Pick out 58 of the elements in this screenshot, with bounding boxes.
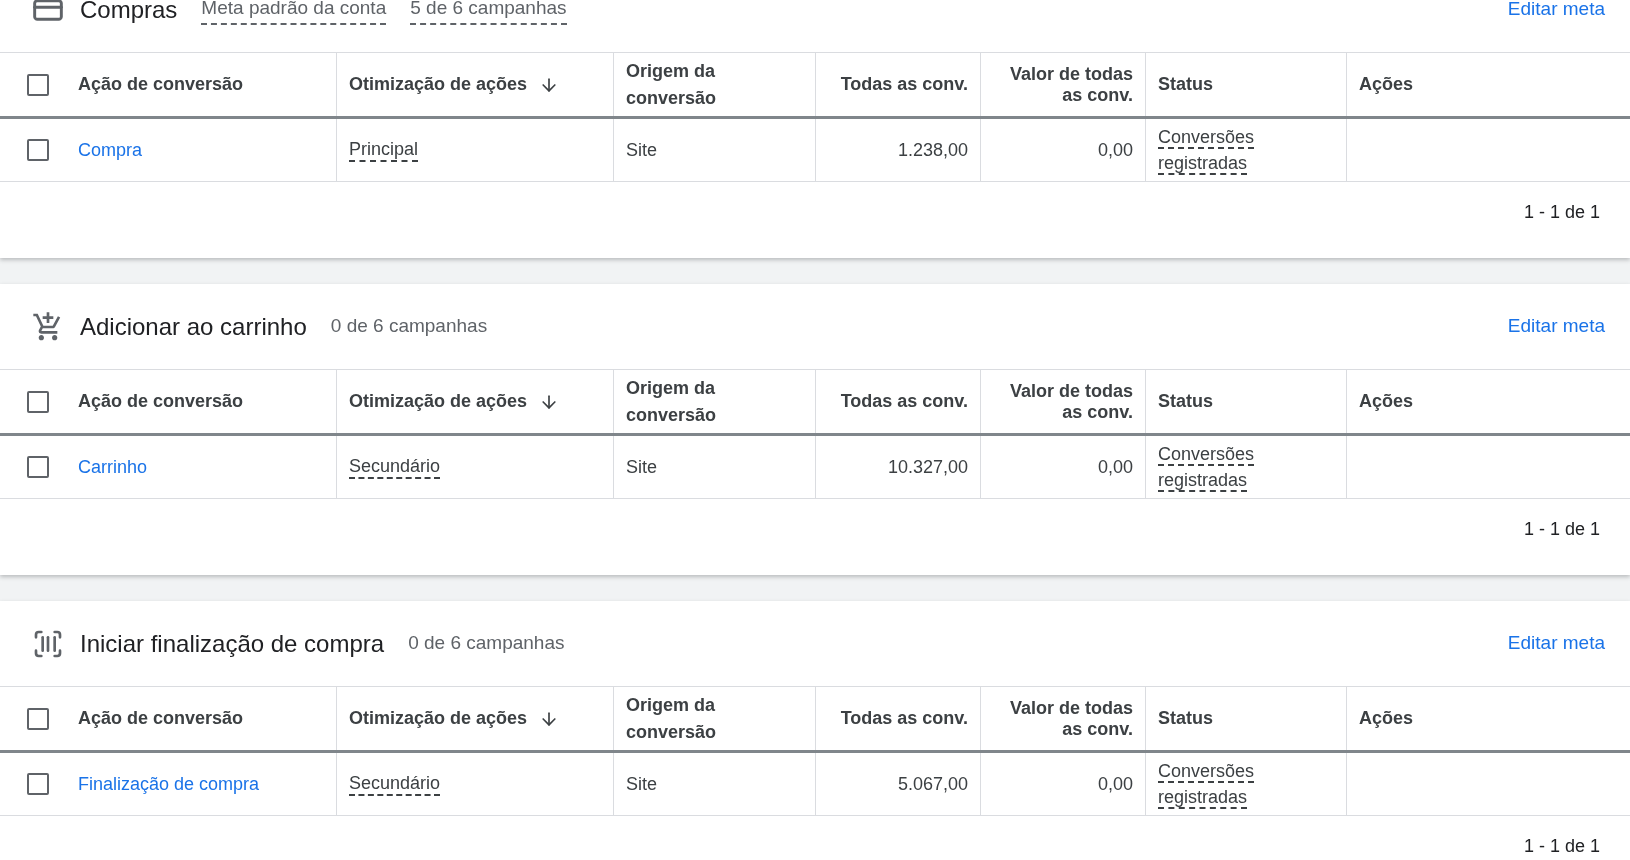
goal-tag: 0 de 6 campanhas — [408, 629, 565, 658]
conversion-action-link[interactable]: Carrinho — [78, 453, 148, 481]
table-cell-text: 0,00 — [1097, 455, 1133, 479]
edit-goal-link[interactable]: Editar meta — [1507, 629, 1605, 658]
column-header: Todas as conv. — [840, 390, 968, 413]
table-cell-text: Site — [626, 138, 658, 162]
checkbox[interactable] — [27, 390, 49, 413]
conversion-action-link[interactable]: Finalização de compra — [78, 770, 260, 798]
pagination-text: 1 - 1 de 1 — [1523, 200, 1600, 224]
table-cell: Principal — [349, 138, 419, 162]
column-header: Todas as conv. — [840, 73, 968, 96]
checkbox[interactable] — [27, 773, 49, 795]
column-header: Ações — [1359, 707, 1414, 730]
goal-title: Compras — [80, 0, 178, 25]
column-header[interactable]: Otimização de ações — [349, 388, 528, 415]
column-header: Status — [1158, 73, 1213, 96]
table-cell-text: Conversões registradas — [1158, 126, 1256, 175]
table-cell-text: 10.327,00 — [887, 455, 968, 479]
table-cell-text: 0,00 — [1097, 138, 1133, 162]
checkbox[interactable] — [27, 73, 49, 96]
goal-title: Adicionar ao carrinho — [80, 311, 307, 342]
conversion-action-link[interactable]: Compra — [78, 136, 143, 164]
edit-goal-link[interactable]: Editar meta — [1507, 0, 1605, 24]
column-header: Status — [1158, 707, 1213, 730]
table-cell-text: 1.238,00 — [897, 138, 968, 162]
table-cell-text: Conversões registradas — [1158, 443, 1256, 492]
column-header: Todas as conv. — [840, 707, 968, 730]
column-header[interactable]: Otimização de ações — [349, 71, 528, 98]
column-header: Origem da conversão — [626, 693, 718, 744]
goal-tag: Meta padrão da conta — [201, 0, 387, 25]
column-header: Ações — [1359, 390, 1414, 413]
column-header: Ação de conversão — [78, 707, 244, 730]
column-header: Status — [1158, 390, 1213, 413]
table-cell-text: 0,00 — [1097, 772, 1133, 796]
pagination-text: 1 - 1 de 1 — [1523, 517, 1600, 541]
table-cell-text: Conversões registradas — [1158, 760, 1256, 809]
table-cell-text: 5.067,00 — [897, 772, 968, 796]
goal-title: Iniciar finalização de compra — [80, 628, 385, 659]
table-cell-text: Site — [626, 772, 658, 796]
checkbox[interactable] — [27, 139, 49, 161]
table-cell-text: Site — [626, 455, 658, 479]
checkbox[interactable] — [27, 456, 49, 478]
column-header: Ação de conversão — [78, 73, 244, 96]
column-header: Origem da conversão — [626, 59, 718, 110]
table-cell: Secundário — [349, 772, 441, 796]
goal-tag: 5 de 6 campanhas — [410, 0, 567, 25]
column-header: Valor de todas as conv. — [1008, 63, 1133, 106]
column-header: Ações — [1359, 73, 1414, 96]
checkbox[interactable] — [27, 707, 49, 730]
column-header: Valor de todas as conv. — [1008, 697, 1133, 740]
pagination-text: 1 - 1 de 1 — [1523, 834, 1600, 858]
goal-tag: 0 de 6 campanhas — [330, 312, 488, 341]
edit-goal-link[interactable]: Editar meta — [1507, 312, 1605, 341]
table-cell: Secundário — [349, 455, 441, 479]
column-header: Ação de conversão — [78, 390, 244, 413]
column-header: Valor de todas as conv. — [1008, 380, 1133, 423]
column-header: Origem da conversão — [626, 376, 718, 427]
column-header[interactable]: Otimização de ações — [349, 705, 528, 732]
